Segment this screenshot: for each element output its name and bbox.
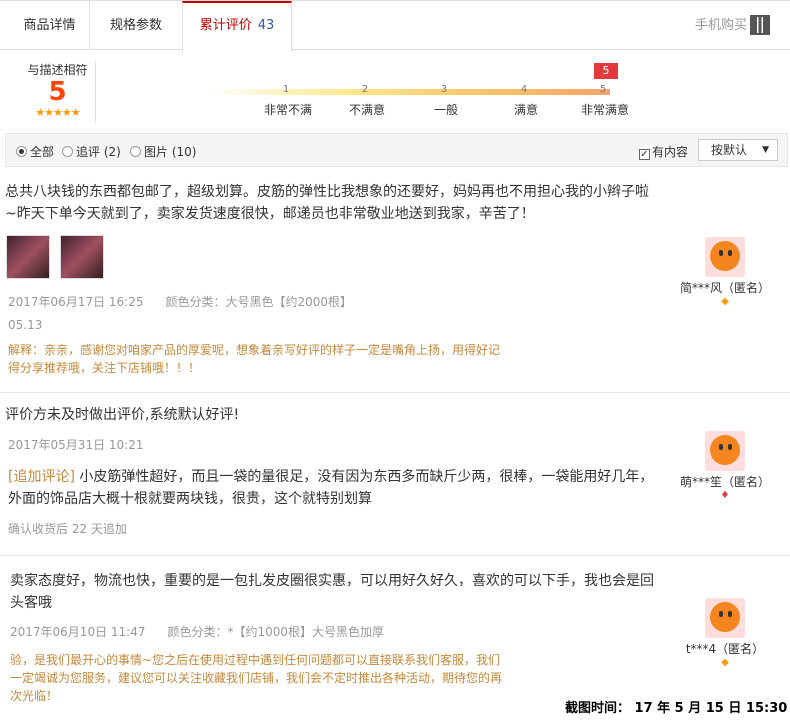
tick-2: 2 bbox=[361, 84, 369, 95]
level-5: 非常满意 bbox=[580, 103, 629, 117]
score-value: 5 bbox=[48, 77, 67, 107]
star-rating-icon: ★★★★★ bbox=[35, 106, 80, 119]
reviewer-name: 萌***笙（匿名） bbox=[679, 475, 770, 489]
tick-1: 1 bbox=[282, 84, 290, 95]
reviews-count: 43 bbox=[257, 18, 275, 33]
review-date: 2017年06月10日 11:47 bbox=[10, 625, 146, 639]
has-content-label: 有内容 bbox=[652, 145, 689, 159]
followup-body: 小皮筋弹性超好，而且一袋的量很足，没有因为东西多而缺斤少两，很棒，一袋能用好几年… bbox=[8, 469, 654, 507]
followup-text: [追加评论] 小皮筋弹性超好，而且一袋的量很足，没有因为东西多而缺斤少两，很棒，… bbox=[8, 466, 658, 510]
chevron-down-icon: ▼ bbox=[762, 145, 769, 155]
avatar bbox=[705, 431, 745, 471]
reviewer: t***4（匿名） ◆ bbox=[670, 598, 780, 668]
reviewer: 萌***笙（匿名） ♦ bbox=[670, 431, 780, 501]
rating-marker: 5 bbox=[594, 63, 618, 79]
radio-icon bbox=[16, 146, 27, 157]
reply-date: 05.13 bbox=[8, 318, 43, 332]
review-sku: 颜色分类：*【约1000根】大号黑色加厚 bbox=[167, 625, 385, 639]
filter-all-label: 全部 bbox=[30, 145, 55, 159]
review-text: 评价方未及时做出评价,系统默认好评! bbox=[5, 407, 240, 423]
avatar bbox=[705, 598, 745, 638]
tick-5: 5 bbox=[599, 84, 607, 95]
filter-followup[interactable]: 追评 (2) bbox=[62, 143, 121, 160]
filter-all[interactable]: 全部 bbox=[16, 143, 54, 160]
tab-specs[interactable]: 规格参数 bbox=[90, 1, 182, 50]
sort-label: 按默认 bbox=[711, 143, 748, 157]
review-date: 2017年06月17日 16:25 bbox=[8, 295, 144, 309]
review-date: 2017年05月31日 10:21 bbox=[8, 438, 144, 452]
review-sku: 颜色分类：大号黑色【约2000根】 bbox=[165, 295, 353, 309]
score-label: 与描述相符 bbox=[27, 63, 88, 77]
tab-reviews[interactable]: 累计评价 43 bbox=[182, 1, 292, 52]
mobile-buy-label: 手机购买 bbox=[695, 18, 748, 33]
reviewer: 简***风（匿名） ◆ bbox=[670, 237, 780, 307]
filter-pictures[interactable]: 图片 (10) bbox=[130, 143, 196, 160]
level-2: 不满意 bbox=[348, 103, 385, 117]
tab-details[interactable]: 商品详情 bbox=[10, 1, 90, 50]
review-meta: 2017年06月17日 16:25 颜色分类：大号黑色【约2000根】 bbox=[8, 293, 352, 310]
vip-badge-icon: ◆ bbox=[721, 296, 729, 307]
level-1: 非常不满 bbox=[263, 103, 312, 117]
checkbox-icon: ✓ bbox=[639, 149, 650, 160]
sort-dropdown[interactable]: 按默认 ▼ bbox=[698, 139, 778, 161]
review-item: 评价方未及时做出评价,系统默认好评! 2017年05月31日 10:21 [追加… bbox=[0, 393, 790, 556]
qr-code-icon bbox=[750, 15, 770, 35]
filter-pictures-label: 图片 (10) bbox=[144, 145, 197, 159]
tab-bar: 商品详情 规格参数 累计评价 43 手机购买 bbox=[0, 0, 790, 52]
has-content-checkbox[interactable]: ✓ 有内容 bbox=[639, 143, 688, 160]
radio-icon bbox=[62, 146, 73, 157]
review-text: 卖家态度好，物流也快，重要的是一包扎发皮圈很实惠，可以用好久好久，喜欢的可以下手… bbox=[10, 573, 654, 611]
reviewer-name: t***4（匿名） bbox=[685, 642, 765, 656]
level-3: 一般 bbox=[433, 103, 458, 117]
review-meta: 2017年06月10日 11:47 颜色分类：*【约1000根】大号黑色加厚 bbox=[10, 623, 384, 640]
review-photo[interactable] bbox=[60, 235, 104, 279]
tab-reviews-label: 累计评价 bbox=[199, 18, 252, 33]
followup-meta: 确认收货后 22 天追加 bbox=[8, 522, 127, 536]
vip-badge-icon: ◆ bbox=[721, 657, 729, 668]
followup-label: [追加评论] bbox=[8, 469, 75, 485]
seller-reply: 解释：亲亲，感谢您对咱家产品的厚爱呢，想象着亲写好评的样子一定是嘴角上扬，用得好… bbox=[8, 343, 501, 375]
vip-badge-icon: ♦ bbox=[720, 490, 730, 501]
radio-icon bbox=[130, 146, 141, 157]
tick-3: 3 bbox=[440, 84, 448, 95]
review-text: 总共八块钱的东西都包邮了，超级划算。皮筋的弹性比我想象的还要好，妈妈再也不用担心… bbox=[5, 184, 649, 222]
rating-bar bbox=[210, 89, 610, 95]
seller-reply: 验，是我们最开心的事情~您之后在使用过程中遇到任何问题都可以直接联系我们客服，我… bbox=[10, 653, 503, 703]
filter-bar: 全部 追评 (2) 图片 (10) ✓ 有内容 按默认 ▼ bbox=[5, 133, 788, 167]
score-box: 与描述相符 5 ★★★★★ bbox=[20, 61, 96, 123]
screenshot-time: 截图时间： 17 年 5 月 15 日 15:30 bbox=[565, 701, 788, 716]
filter-followup-label: 追评 (2) bbox=[76, 145, 121, 159]
tick-4: 4 bbox=[520, 84, 528, 95]
rating-summary: 与描述相符 5 ★★★★★ 5 1 2 3 4 5 非常不满 不满意 一般 满意… bbox=[0, 51, 790, 133]
avatar bbox=[705, 237, 745, 277]
level-4: 满意 bbox=[513, 103, 538, 117]
mobile-buy[interactable]: 手机购买 bbox=[695, 1, 780, 50]
reviewer-name: 简***风（匿名） bbox=[679, 281, 770, 295]
review-item: 总共八块钱的东西都包邮了，超级划算。皮筋的弹性比我想象的还要好，妈妈再也不用担心… bbox=[0, 167, 790, 393]
review-photo[interactable] bbox=[6, 235, 50, 279]
